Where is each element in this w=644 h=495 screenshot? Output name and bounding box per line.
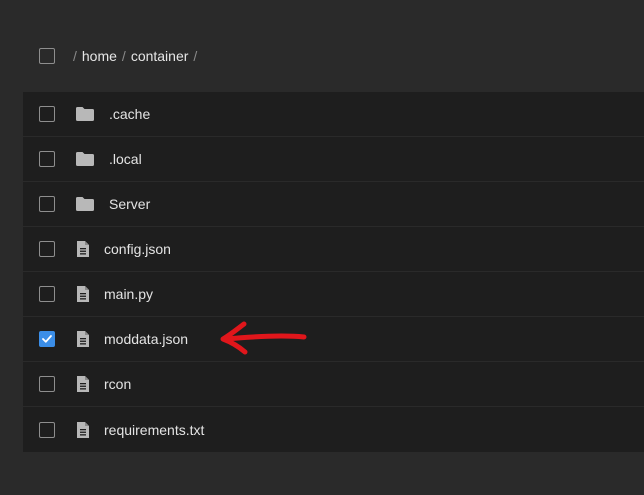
folder-icon (74, 194, 96, 214)
folder-icon (74, 104, 96, 124)
file-icon (74, 284, 92, 304)
file-name[interactable]: .cache (109, 106, 150, 122)
list-item[interactable]: rcon (23, 362, 644, 407)
file-icon (74, 329, 92, 349)
list-item[interactable]: config.json (23, 227, 644, 272)
file-name[interactable]: rcon (104, 376, 131, 392)
list-item[interactable]: .cache (23, 92, 644, 137)
file-name[interactable]: .local (109, 151, 142, 167)
breadcrumb: / home / container / (73, 48, 202, 64)
file-name[interactable]: config.json (104, 241, 171, 257)
file-name[interactable]: main.py (104, 286, 153, 302)
breadcrumb-home[interactable]: home (82, 48, 117, 64)
list-item[interactable]: .local (23, 137, 644, 182)
list-item[interactable]: Server (23, 182, 644, 227)
breadcrumb-container[interactable]: container (131, 48, 189, 64)
row-checkbox[interactable] (39, 196, 55, 212)
file-name[interactable]: Server (109, 196, 150, 212)
list-item[interactable]: requirements.txt (23, 407, 644, 452)
row-checkbox[interactable] (39, 241, 55, 257)
select-all-checkbox[interactable] (39, 48, 55, 64)
file-list: .cache .local Server config.json main.py modd… (23, 92, 644, 452)
row-checkbox[interactable] (39, 421, 55, 438)
red-arrow-icon (220, 321, 307, 355)
folder-icon (74, 149, 96, 169)
row-checkbox[interactable] (39, 331, 55, 347)
file-manager-page: / home / container / .cache .local Server c… (0, 0, 644, 495)
breadcrumb-separator: / (73, 48, 77, 64)
checkmark-icon (42, 335, 52, 343)
breadcrumb-bar: / home / container / (0, 36, 644, 76)
row-checkbox[interactable] (39, 151, 55, 167)
file-name[interactable]: requirements.txt (104, 422, 204, 438)
file-icon (74, 239, 92, 259)
list-item[interactable]: main.py (23, 272, 644, 317)
breadcrumb-separator: / (121, 48, 126, 64)
file-name[interactable]: moddata.json (104, 331, 188, 347)
row-checkbox[interactable] (39, 286, 55, 302)
row-checkbox[interactable] (39, 376, 55, 392)
list-item[interactable]: moddata.json (23, 317, 644, 362)
file-icon (74, 374, 92, 394)
file-icon (74, 420, 92, 440)
row-checkbox[interactable] (39, 106, 55, 122)
breadcrumb-separator: / (193, 48, 198, 64)
